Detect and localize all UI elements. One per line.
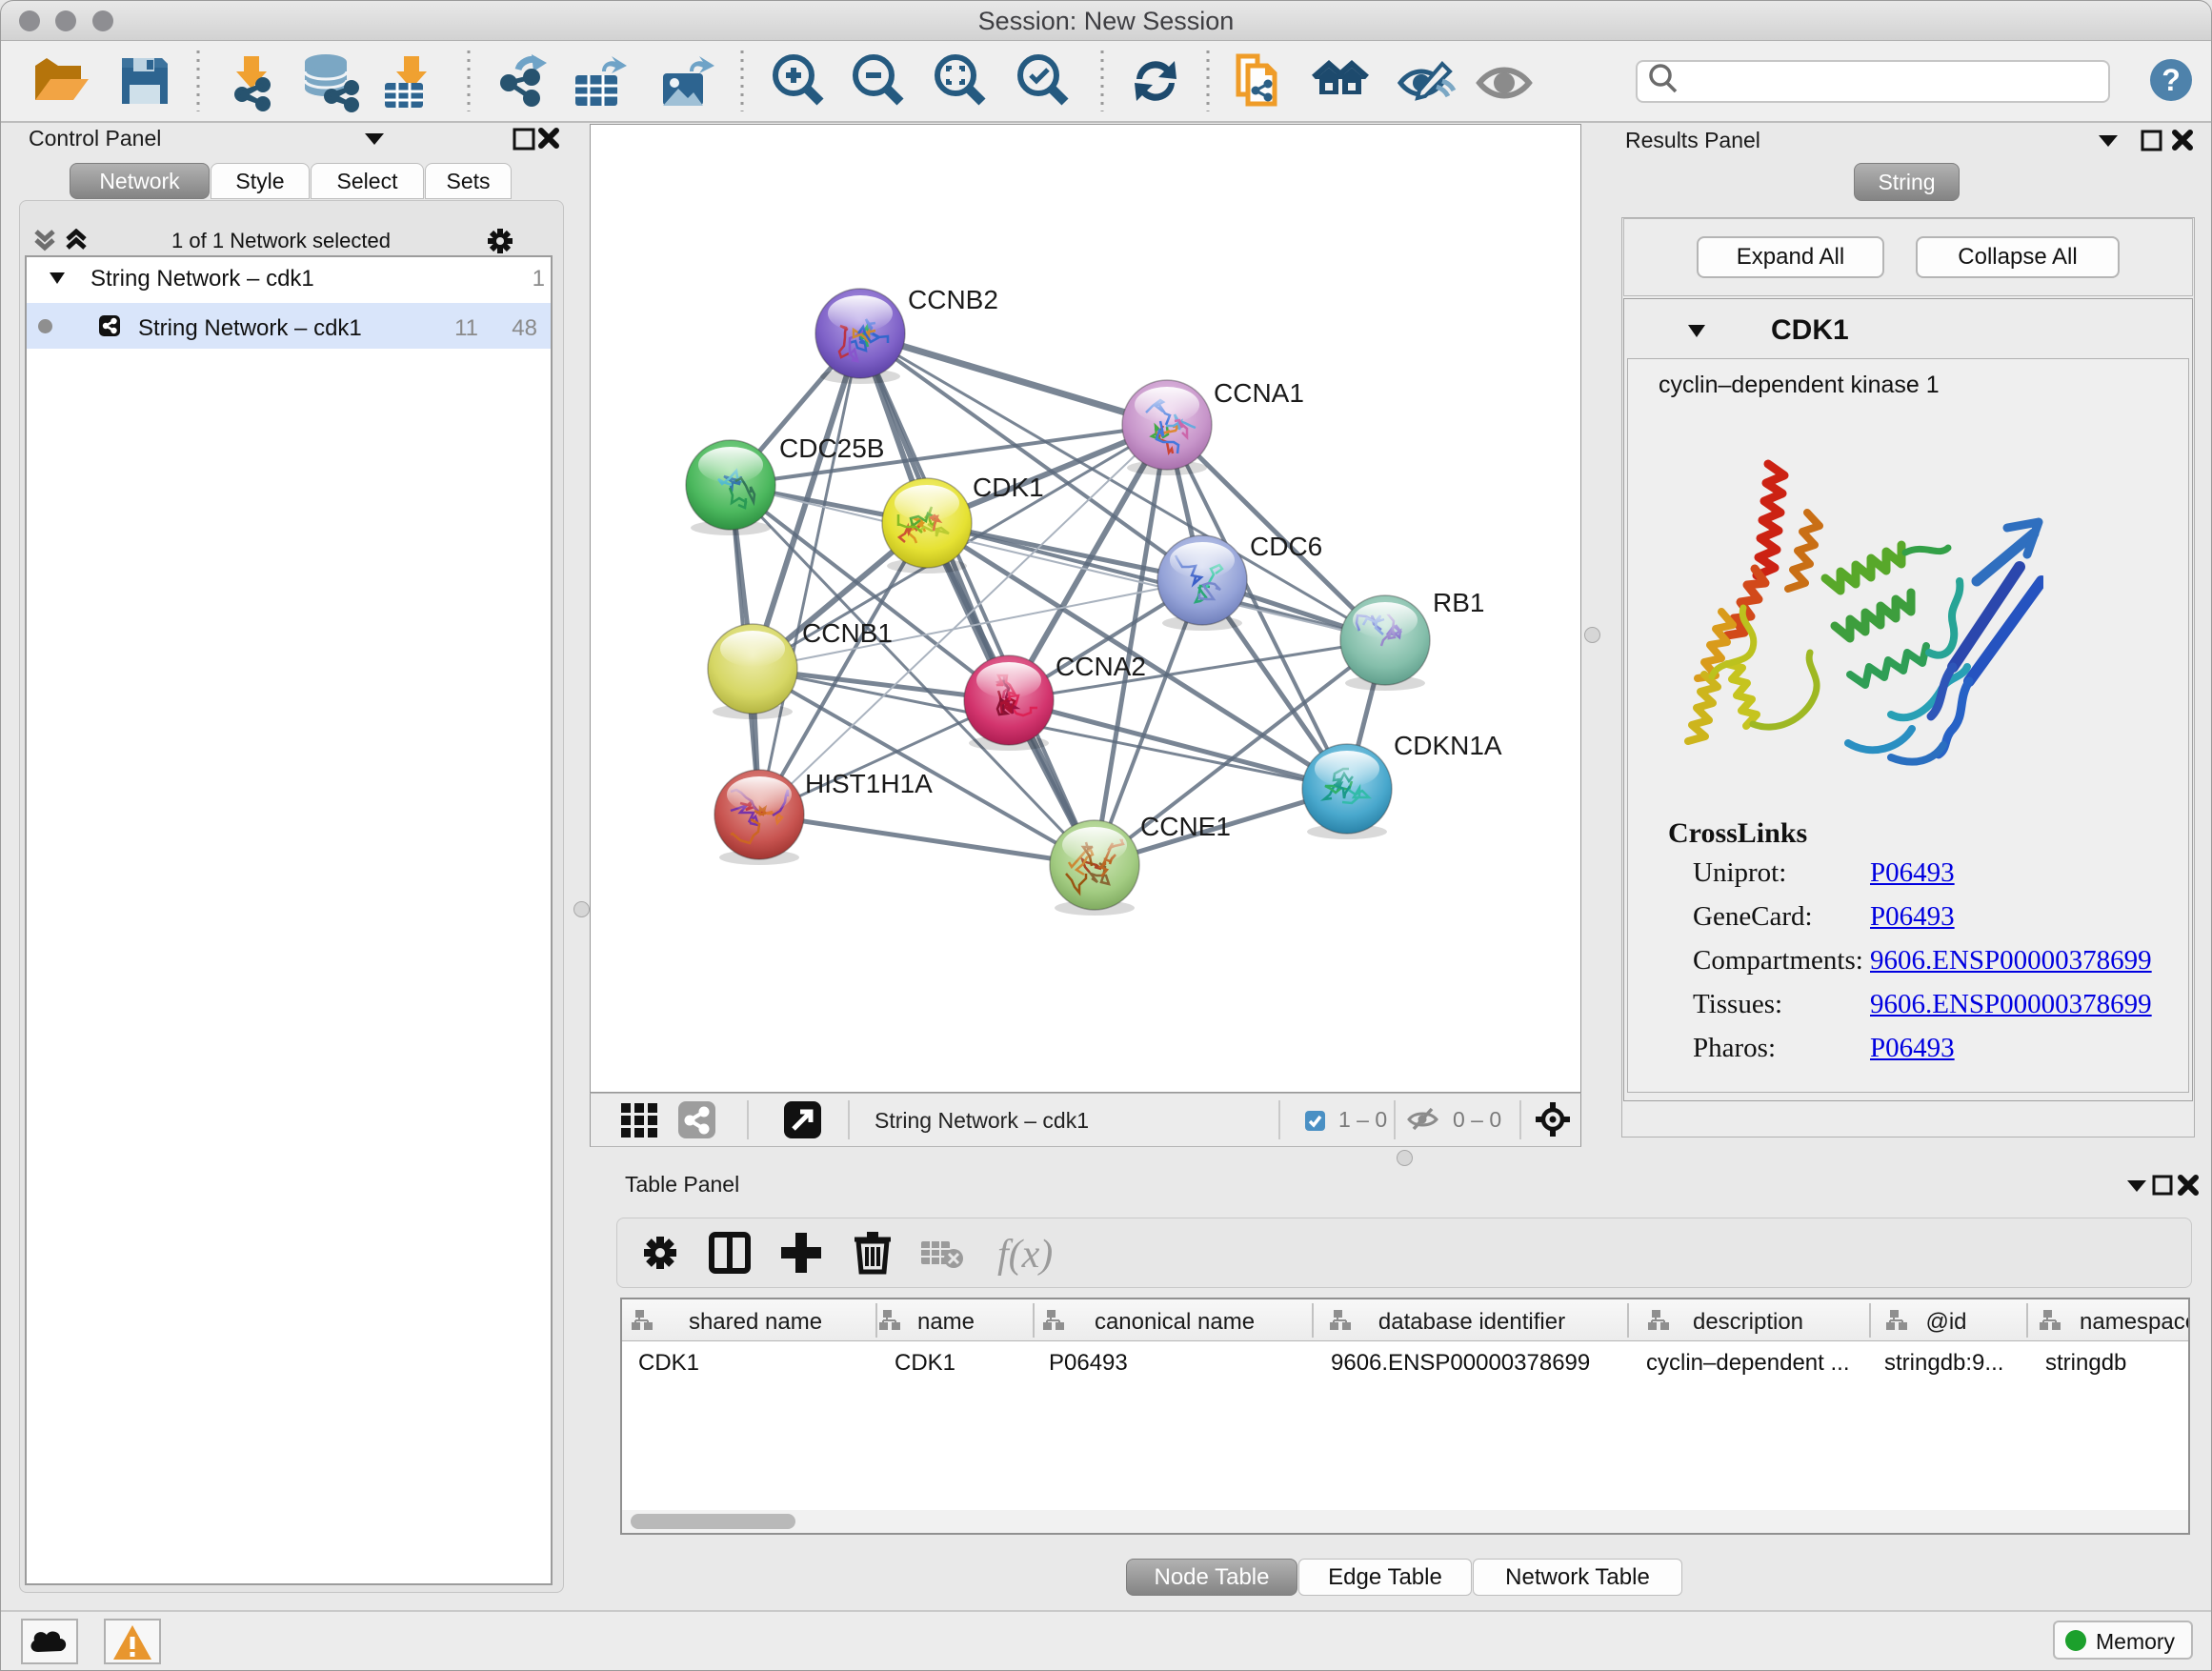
- svg-text:CCNA2: CCNA2: [1056, 652, 1146, 681]
- svg-text:1 – 0: 1 – 0: [1338, 1107, 1387, 1132]
- svg-text:HIST1H1A: HIST1H1A: [805, 769, 933, 798]
- svg-text:@id: @id: [1925, 1309, 1966, 1335]
- svg-text:CDKN1A: CDKN1A: [1394, 731, 1502, 760]
- svg-text:String Network – cdk1: String Network – cdk1: [875, 1108, 1089, 1133]
- svg-text:CCNA1: CCNA1: [1214, 378, 1304, 408]
- svg-text:CDC25B: CDC25B: [779, 433, 884, 463]
- svg-text:canonical name: canonical name: [1095, 1309, 1255, 1335]
- svg-text:CCNB1: CCNB1: [802, 618, 893, 648]
- svg-text:CDK1: CDK1: [973, 473, 1044, 502]
- svg-text:CCNB2: CCNB2: [908, 285, 998, 314]
- svg-text:f(x): f(x): [997, 1233, 1053, 1277]
- svg-text:database identifier: database identifier: [1378, 1309, 1565, 1335]
- svg-text:description: description: [1693, 1309, 1803, 1335]
- svg-text:name: name: [917, 1309, 975, 1335]
- svg-text:namespace: namespace: [2080, 1309, 2188, 1335]
- svg-text:RB1: RB1: [1433, 588, 1484, 617]
- svg-text:0 – 0: 0 – 0: [1453, 1107, 1501, 1132]
- svg-text:CCNE1: CCNE1: [1140, 812, 1231, 841]
- svg-text:CDC6: CDC6: [1250, 532, 1322, 561]
- svg-text:shared name: shared name: [689, 1309, 822, 1335]
